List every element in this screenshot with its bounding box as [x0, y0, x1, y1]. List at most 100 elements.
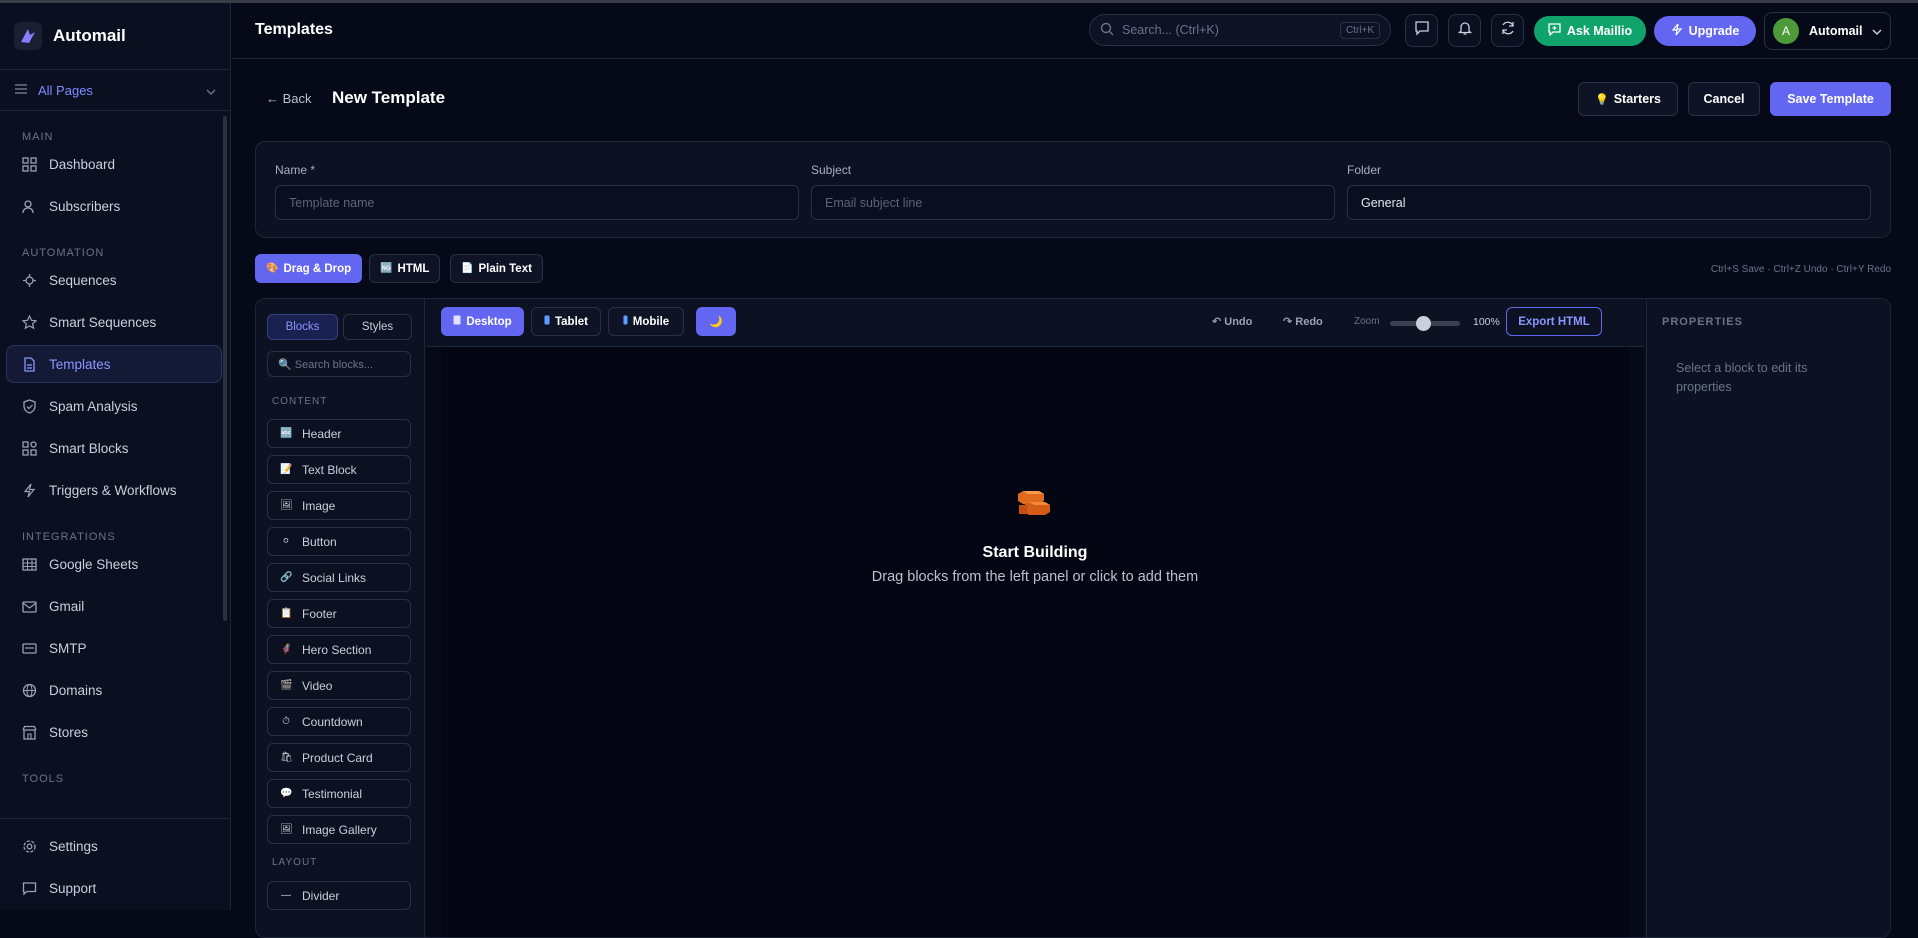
template-name-field[interactable]: Template name: [275, 185, 799, 220]
export-html-button[interactable]: Export HTML: [1506, 307, 1602, 336]
sidebar-item-stores[interactable]: Stores: [6, 713, 222, 751]
sidebar-item-support[interactable]: Support: [6, 869, 223, 907]
email-canvas[interactable]: Start Building Drag blocks from the left…: [441, 347, 1629, 937]
block-image-gallery[interactable]: 🖼 Image Gallery: [267, 815, 411, 844]
tab-blocks[interactable]: Blocks: [267, 314, 338, 340]
dashboard-icon: [21, 156, 37, 172]
block-button[interactable]: ⚪ Button: [267, 527, 411, 556]
device-mobile-button[interactable]: Mobile: [608, 307, 684, 336]
search-shortcut-badge: Ctrl+K: [1339, 21, 1380, 39]
sidebar-item-label: Google Sheets: [49, 556, 139, 572]
globe-icon: [21, 682, 37, 698]
save-template-button[interactable]: Save Template: [1770, 82, 1891, 116]
search-icon: [1100, 22, 1114, 39]
section-tools: TOOLS: [22, 773, 65, 785]
stopwatch-icon: ⏱: [282, 716, 290, 727]
tab-styles[interactable]: Styles: [343, 314, 412, 340]
link-icon: 🔗: [280, 572, 293, 583]
block-text[interactable]: 📝 Text Block: [267, 455, 411, 484]
zoom-slider[interactable]: [1390, 316, 1460, 331]
properties-title: PROPERTIES: [1662, 316, 1743, 328]
block-label: Text Block: [302, 462, 357, 477]
sidebar-item-dashboard[interactable]: Dashboard: [6, 145, 222, 183]
sidebar-item-domains[interactable]: Domains: [6, 671, 222, 709]
sidebar-item-smtp[interactable]: SMTP: [6, 629, 222, 667]
mode-tab-plain-text[interactable]: 📄 Plain Text: [450, 254, 543, 283]
block-label: Testimonial: [302, 786, 363, 801]
sidebar-item-label: Sequences: [49, 272, 117, 288]
sidebar-item-subscribers[interactable]: Subscribers: [6, 187, 222, 225]
search-input[interactable]: Search... (Ctrl+K) Ctrl+K: [1089, 14, 1391, 46]
section-automation: AUTOMATION: [22, 247, 105, 259]
document-icon: [21, 356, 37, 372]
zoom-slider-handle[interactable]: [1416, 316, 1431, 331]
code-icon: 🆖: [380, 263, 393, 274]
device-label: Desktop: [466, 315, 512, 328]
page-selector[interactable]: All Pages: [0, 70, 230, 111]
sidebar-item-google-sheets[interactable]: Google Sheets: [6, 545, 222, 583]
subject-field[interactable]: Email subject line: [811, 185, 1335, 220]
starters-button[interactable]: 💡 Starters: [1578, 82, 1678, 116]
speech-bubble-icon: 💬: [280, 788, 293, 799]
device-desktop-button[interactable]: Desktop: [441, 307, 524, 336]
table-icon: [21, 556, 37, 572]
sidebar-item-settings[interactable]: Settings: [6, 827, 223, 865]
starters-label: Starters: [1613, 92, 1661, 106]
sidebar-item-spam-analysis[interactable]: Spam Analysis: [6, 387, 222, 425]
users-icon: [21, 198, 37, 214]
ask-maillio-button[interactable]: Ask Maillio: [1534, 16, 1646, 46]
sidebar-item-smart-sequences[interactable]: Smart Sequences: [6, 303, 222, 341]
sequences-icon: [21, 272, 37, 288]
block-hero-section[interactable]: 🦸 Hero Section: [267, 635, 411, 664]
block-search-input[interactable]: 🔍 Search blocks...: [267, 351, 411, 377]
brand[interactable]: Automail: [0, 3, 230, 70]
chevron-down-icon: [206, 83, 216, 98]
top-header: Templates Search... (Ctrl+K) Ctrl+K Ask …: [232, 3, 1918, 59]
mode-label: Plain Text: [478, 262, 532, 275]
block-testimonial[interactable]: 💬 Testimonial: [267, 779, 411, 808]
block-label: Social Links: [302, 570, 367, 585]
message-icon: [1414, 20, 1430, 41]
sidebar-item-label: Gmail: [49, 598, 85, 614]
device-tablet-button[interactable]: Tablet: [531, 307, 601, 336]
page-selector-label: All Pages: [38, 82, 93, 98]
user-name: Automail: [1809, 24, 1863, 38]
block-image[interactable]: 🖼 Image: [267, 491, 411, 520]
block-social-links[interactable]: 🔗 Social Links: [267, 563, 411, 592]
gallery-icon: 🖼: [280, 824, 293, 835]
dark-mode-toggle[interactable]: 🌙: [696, 307, 736, 336]
mode-tab-html[interactable]: 🆖 HTML: [369, 254, 441, 283]
block-countdown[interactable]: ⏱ Countdown: [267, 707, 411, 736]
device-label: Tablet: [554, 315, 588, 328]
block-header[interactable]: 🔤 Header: [267, 419, 411, 448]
sidebar-item-label: Spam Analysis: [49, 398, 138, 414]
upgrade-button[interactable]: Upgrade: [1654, 16, 1756, 46]
block-video[interactable]: 🎬 Video: [267, 671, 411, 700]
undo-button[interactable]: ↶ Undo: [1212, 315, 1252, 328]
folder-select[interactable]: General: [1347, 185, 1871, 220]
sidebar-item-sequences[interactable]: Sequences: [6, 261, 222, 299]
block-footer[interactable]: 📋 Footer: [267, 599, 411, 628]
redo-button[interactable]: ↷ Redo: [1283, 315, 1323, 328]
block-product-card[interactable]: 🛍 Product Card: [267, 743, 411, 772]
upgrade-label: Upgrade: [1688, 24, 1740, 38]
user-menu[interactable]: A Automail: [1764, 12, 1891, 50]
mobile-icon: [623, 315, 628, 328]
block-divider[interactable]: — Divider: [267, 881, 411, 910]
block-label: Header: [302, 426, 342, 441]
menu-icon: [14, 83, 28, 98]
sidebar-item-smart-blocks[interactable]: Smart Blocks: [6, 429, 222, 467]
refresh-button[interactable]: [1491, 14, 1524, 47]
notifications-button[interactable]: [1448, 14, 1481, 47]
sidebar-item-templates[interactable]: Templates: [6, 345, 222, 383]
mode-tab-drag-drop[interactable]: 🎨 Drag & Drop: [255, 254, 363, 283]
sidebar-item-gmail[interactable]: Gmail: [6, 587, 222, 625]
cancel-button[interactable]: Cancel: [1688, 82, 1760, 116]
header-block-icon: 🔤: [280, 428, 293, 439]
messages-button[interactable]: [1405, 14, 1438, 47]
sidebar-item-triggers-workflows[interactable]: Triggers & Workflows: [6, 471, 222, 509]
back-link[interactable]: ← Back: [266, 91, 312, 106]
shield-icon: [21, 398, 37, 414]
mode-label: Drag & Drop: [283, 262, 352, 275]
empty-state-title: Start Building: [982, 544, 1088, 561]
